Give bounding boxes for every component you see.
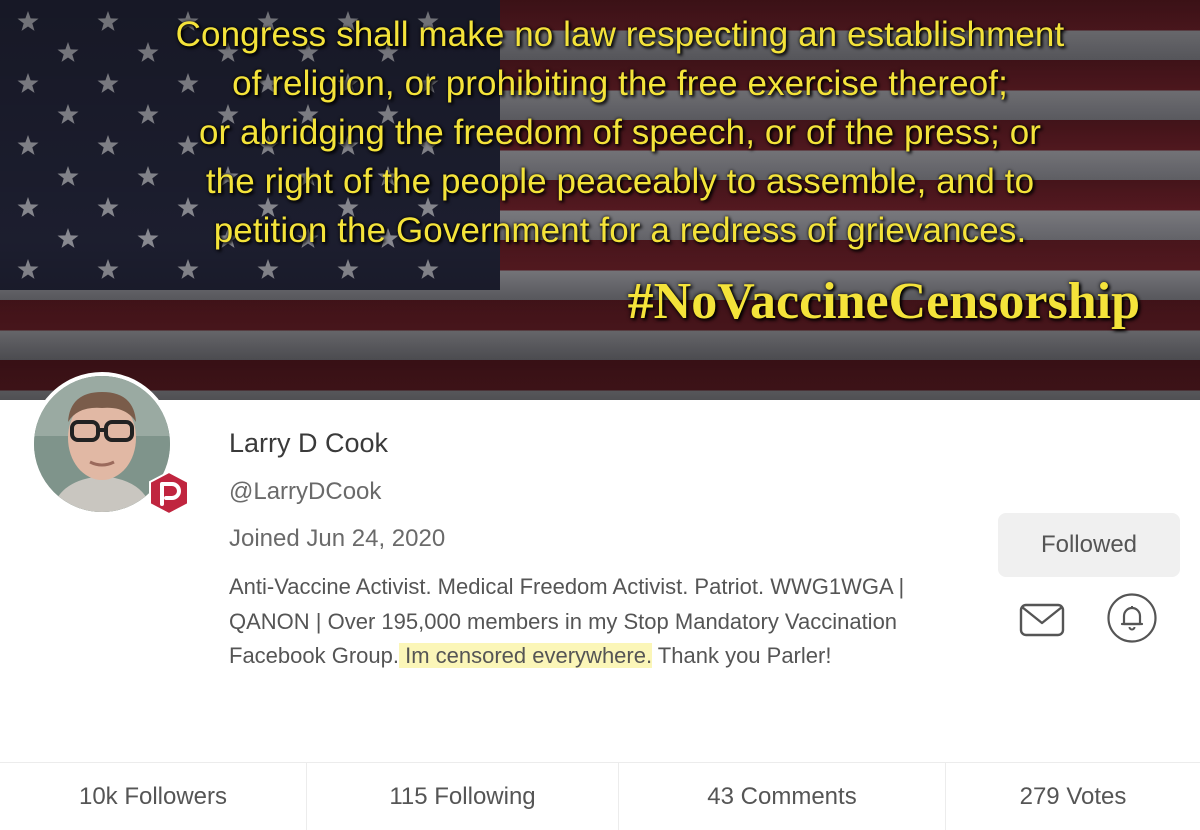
banner-quote-line: petition the Government for a redress of… — [213, 211, 1027, 250]
banner-quote-line: the right of the people peaceably to ass… — [205, 162, 1035, 201]
followed-button[interactable]: Followed — [998, 513, 1180, 577]
profile-name: Larry D Cook — [229, 428, 389, 458]
profile-handle: @LarryDCook — [229, 478, 382, 505]
message-button[interactable] — [1016, 594, 1068, 646]
parler-logo-icon — [149, 470, 189, 516]
comments-count[interactable]: 43 Comments — [619, 763, 946, 830]
banner-quote-line: Congress shall make no law respecting an… — [175, 15, 1065, 54]
bio-text-end: Thank you Parler! — [652, 643, 832, 668]
banner-hashtag: #NoVaccineCensorship — [627, 273, 1140, 330]
votes-count[interactable]: 279 Votes — [946, 763, 1200, 830]
following-count[interactable]: 115 Following — [307, 763, 619, 830]
banner-quote: Congress shall make no law respecting an… — [40, 10, 1200, 255]
profile-bio: Anti-Vaccine Activist. Medical Freedom A… — [229, 570, 949, 674]
notify-button[interactable] — [1106, 592, 1158, 644]
join-date: Joined Jun 24, 2020 — [229, 525, 446, 552]
profile-banner: Congress shall make no law respecting an… — [0, 0, 1200, 400]
profile-stats: 10k Followers 115 Following 43 Comments … — [0, 762, 1200, 830]
bell-icon — [1107, 593, 1157, 643]
banner-quote-line: or abridging the freedom of speech, or o… — [198, 113, 1042, 152]
followers-count[interactable]: 10k Followers — [0, 763, 307, 830]
mail-icon — [1019, 603, 1065, 637]
bio-highlight: Im censored everywhere. — [398, 643, 653, 668]
banner-quote-line: of religion, or prohibiting the free exe… — [232, 64, 1008, 103]
